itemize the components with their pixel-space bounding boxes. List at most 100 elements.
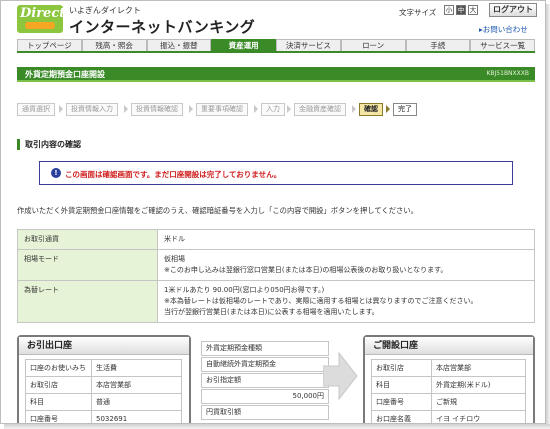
- table-row: お口座名義 イヨ イチロウ: [371, 410, 526, 423]
- panel-title: お引出口座: [19, 337, 189, 355]
- step-arrow-icon: [254, 105, 258, 113]
- table-row: 相場モード 仮相場 ※このお申し込みは翌銀行窓口営業日(または本日)の相場公表後…: [17, 249, 535, 281]
- page-shadow: [4, 424, 550, 429]
- row-key: 科目: [371, 376, 432, 394]
- step-currency: 通貨選択: [17, 103, 55, 116]
- table-row: 口座のお使いみち 生活費: [25, 359, 182, 377]
- step-arrow-icon: [386, 105, 390, 113]
- nav-item-balance[interactable]: 残高・照会: [81, 39, 147, 51]
- contact-link[interactable]: ▸お問い合わせ: [479, 24, 528, 35]
- font-size-small-button[interactable]: 小: [444, 5, 454, 15]
- row-label: 為替レート: [17, 280, 158, 323]
- browser-page: Direct いよぎんダイレクト インターネットバンキング 文字サイズ 小 中 …: [0, 0, 546, 424]
- row-value: イヨ イチロウ: [431, 410, 526, 423]
- nav-item-procedures[interactable]: 手続: [405, 39, 471, 51]
- row-value: 本店営業部: [431, 359, 526, 377]
- row-key: 科目: [25, 393, 92, 411]
- row-value: 1米ドルあたり 90.00円(窓口より050円お得です。) ※本為替レートは仮相…: [157, 280, 535, 323]
- withdrawal-account-table: 口座のお使いみち 生活費 お取引店 本店営業部 科目 普通 口座番号 5032691: [25, 359, 182, 423]
- deposit-details: 外貨定期預金種類 自動継続外貨定期預金 お引指定額 50,000円 円貨取引額: [201, 341, 329, 423]
- screen-code: KBJ51BNXXXB: [486, 70, 529, 77]
- step-invest-input: 投資情報入力: [66, 103, 118, 116]
- withdrawal-account-panel: お引出口座 口座のお使いみち 生活費 お取引店 本店営業部 科目 普通 口座番号 503…: [17, 335, 191, 423]
- contact-label: お問い合わせ: [482, 25, 528, 34]
- step-important: 重要事項確認: [196, 103, 248, 116]
- step-assets: 金融資産確認: [294, 103, 346, 116]
- nav-item-services[interactable]: サービス一覧: [470, 39, 535, 51]
- bank-subtitle: いよぎんダイレクト: [69, 6, 141, 15]
- table-row: お取引店 本店営業部: [25, 376, 182, 394]
- page-shadow: [546, 4, 550, 429]
- nav-item-payment[interactable]: 決済サービス: [276, 39, 341, 51]
- row-key: お口座名義: [371, 410, 432, 423]
- new-account-panel: ご開設口座 お取引店 本店営業部 科目 外貨定期(米ドル) 口座番号 ご新規 お口座名…: [363, 335, 535, 423]
- step-invest-confirm: 投資情報確認: [131, 103, 183, 116]
- step-arrow-icon: [287, 105, 291, 113]
- nav-item-top[interactable]: トップページ: [17, 39, 82, 51]
- row-value: ご新規: [431, 393, 526, 411]
- table-row: お取引通貨 米ドル: [17, 229, 535, 250]
- logout-button[interactable]: ログアウト: [489, 3, 537, 17]
- table-row: 口座番号 ご新規: [371, 393, 526, 411]
- bank-logo[interactable]: Direct: [17, 5, 66, 33]
- main-nav: トップページ 残高・照会 振込・振替 資産運用 決済サービス ローン 手続 サー…: [17, 39, 535, 53]
- table-row: 科目 外貨定期(米ドル): [371, 376, 526, 394]
- row-label: 相場モード: [17, 249, 158, 281]
- row-key: お取引店: [371, 359, 432, 377]
- nav-item-transfer[interactable]: 振込・振替: [146, 39, 212, 51]
- row-value: 普通: [91, 393, 182, 411]
- table-row: 為替レート 1米ドルあたり 90.00円(窓口より050円お得です。) ※本為替…: [17, 280, 535, 323]
- font-size-label: 文字サイズ: [399, 8, 437, 17]
- logo-text: Direct: [20, 6, 66, 21]
- row-key: 口座番号: [371, 393, 432, 411]
- nav-item-loan[interactable]: ローン: [340, 39, 406, 51]
- row-value: 仮相場 ※このお申し込みは翌銀行窓口営業日(または本日)の相場公表後のお取り扱い…: [157, 249, 535, 281]
- step-input: 入力: [261, 103, 285, 116]
- row-value: 米ドル: [157, 229, 535, 250]
- font-size-medium-button[interactable]: 中: [456, 5, 466, 15]
- deposit-type-value: 自動継続外貨定期預金: [201, 357, 329, 372]
- row-value-line: 当行が翌銀行営業日(または本日)に公表する相場を適用いたします。: [164, 308, 379, 316]
- row-value: 5032691: [91, 410, 182, 423]
- row-key: 口座のお使いみち: [25, 359, 92, 377]
- info-icon: !: [51, 168, 61, 178]
- row-value-line: 仮相場: [164, 255, 185, 263]
- row-value-line: 米ドル: [164, 235, 185, 243]
- table-row: 科目 普通: [25, 393, 182, 411]
- panel-title: ご開設口座: [365, 337, 533, 355]
- bank-title: インターネットバンキング: [69, 18, 256, 36]
- row-key: お取引店: [25, 376, 92, 394]
- font-size-large-button[interactable]: 大: [468, 5, 478, 15]
- row-key: 口座番号: [25, 410, 92, 423]
- step-arrow-icon: [189, 105, 193, 113]
- withdraw-amount-label: お引指定額: [201, 373, 329, 388]
- row-value: 外貨定期(米ドル): [431, 376, 526, 394]
- row-value-line: ※このお申し込みは翌銀行窓口営業日(または本日)の相場公表後のお取り扱いとなりま…: [164, 266, 448, 274]
- row-value: 本店営業部: [91, 376, 182, 394]
- row-value: 生活費: [91, 359, 182, 377]
- page-title-bar: 外貨定期預金口座開設 KBJ51BNXXXB: [17, 67, 535, 82]
- notice-text: この画面は確認画面です。まだ口座開設は完了しておりません。: [65, 170, 282, 179]
- step-arrow-icon: [59, 105, 63, 113]
- page-title: 外貨定期預金口座開設: [25, 70, 105, 79]
- row-value-line: 1米ドルあたり 90.00円(窓口より050円お得です。): [164, 286, 325, 294]
- section-title: 取引内容の確認: [17, 139, 81, 150]
- notice-box: ! この画面は確認画面です。まだ口座開設は完了しておりません。: [39, 161, 513, 185]
- step-complete: 完了: [393, 103, 417, 116]
- row-label: お取引通貨: [17, 229, 158, 250]
- row-value-line: ※本為替レートは仮相場のレートであり、実際に適用する相場とは異なりますのでご注意…: [164, 297, 478, 305]
- yen-amount-label: 円貨取引額: [201, 405, 329, 420]
- withdraw-amount-value: 50,000円: [201, 389, 329, 404]
- nav-item-investment[interactable]: 資産運用: [211, 39, 276, 51]
- table-row: 口座番号 5032691: [25, 410, 182, 423]
- table-row: お取引店 本店営業部: [371, 359, 526, 377]
- logo-badge: [25, 22, 55, 29]
- transaction-details-table: お取引通貨 米ドル 相場モード 仮相場 ※このお申し込みは翌銀行窓口営業日(また…: [17, 229, 535, 323]
- progress-steps: 通貨選択 投資情報入力 投資情報確認 重要事項確認 入力 金融資産確認 確認 完…: [17, 102, 437, 118]
- step-confirm: 確認: [359, 103, 383, 116]
- new-account-table: お取引店 本店営業部 科目 外貨定期(米ドル) 口座番号 ご新規 お口座名義 イヨ イチ…: [371, 359, 526, 423]
- step-arrow-icon: [352, 105, 356, 113]
- step-arrow-icon: [124, 105, 128, 113]
- arrow-right-icon: [323, 351, 358, 401]
- instruction-text: 作成いただく外貨定期預金口座情報をご確認のうえ、確認暗証番号を入力し「この内容で…: [17, 206, 418, 215]
